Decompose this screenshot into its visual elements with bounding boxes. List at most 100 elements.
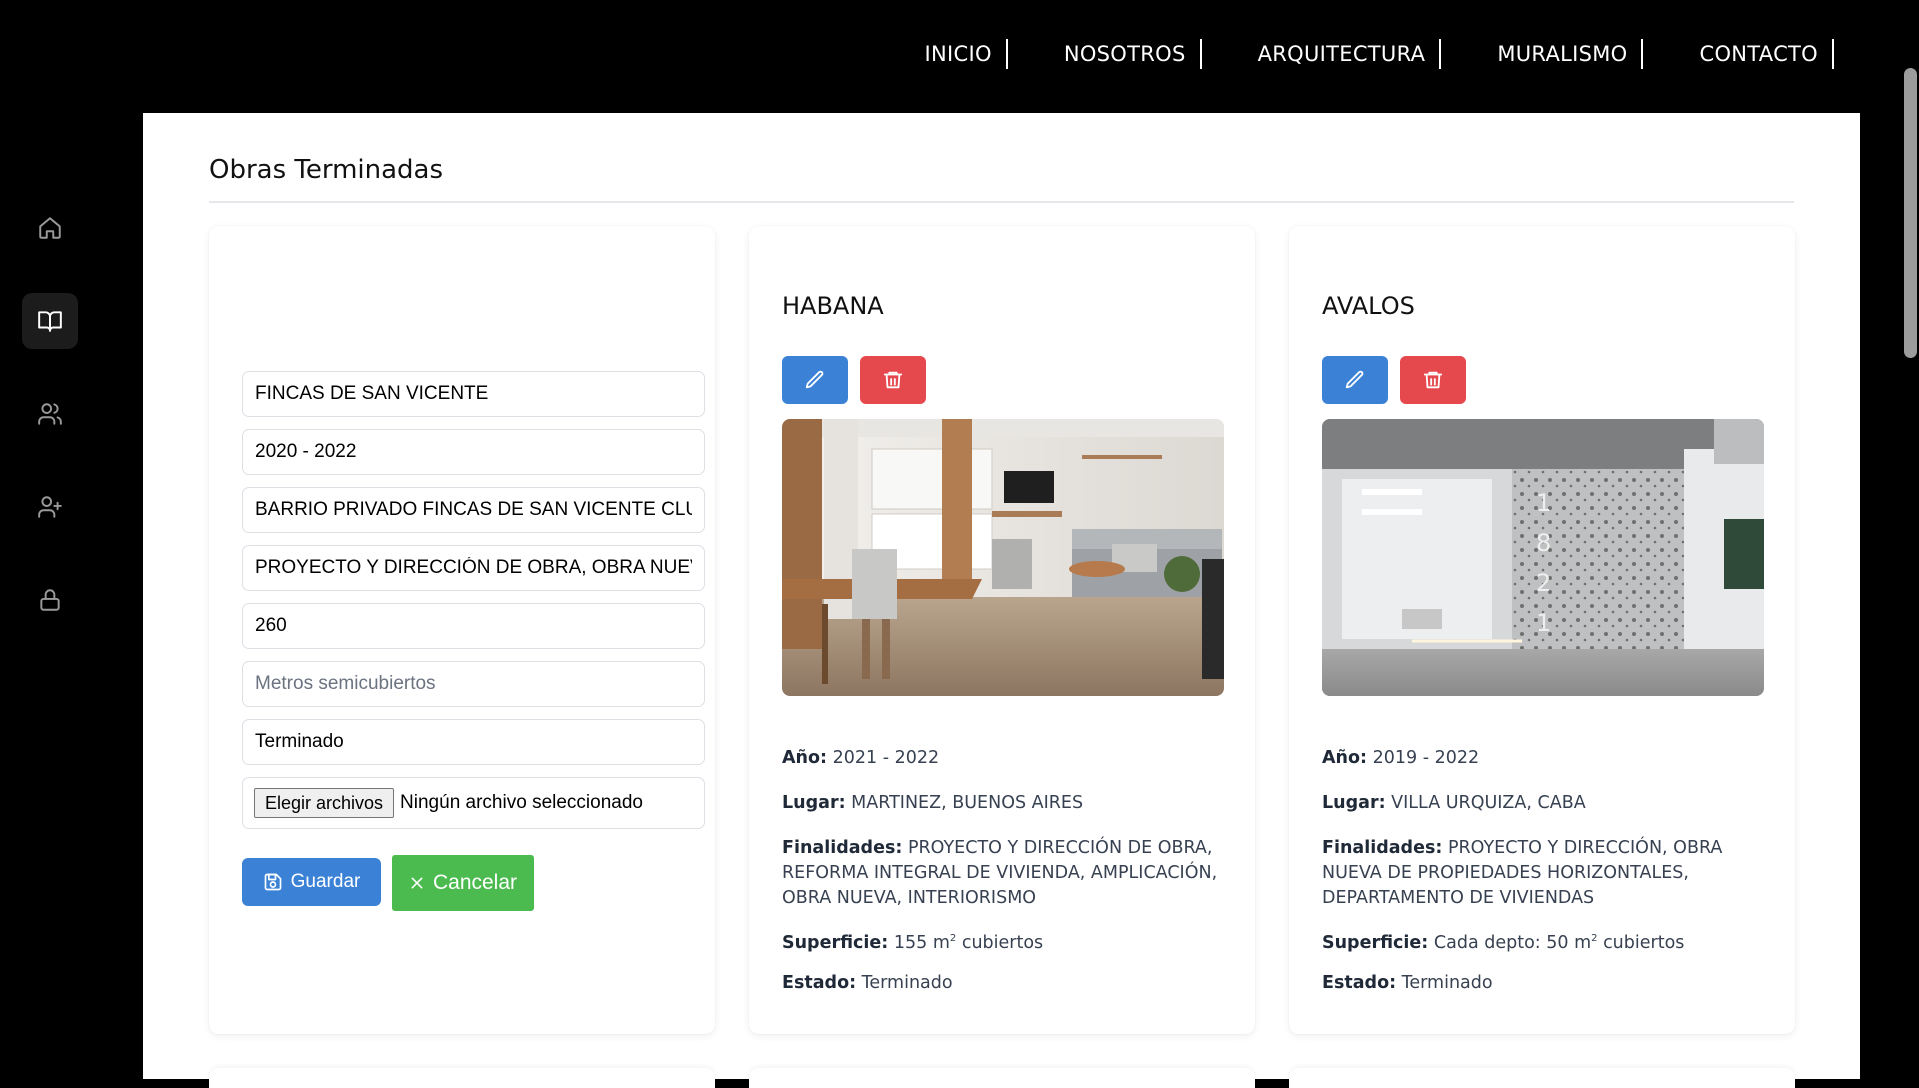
delete-button[interactable] (1400, 356, 1466, 404)
project-purposes: Finalidades: PROYECTO Y DIRECCIÓN DE OBR… (782, 836, 1230, 911)
lock-icon (40, 589, 60, 611)
nav-menu: INICIO NOSOTROS ARQUITECTURA MURALISMO C… (925, 39, 1834, 69)
save-button-label: Guardar (290, 871, 361, 892)
years-input[interactable] (242, 429, 705, 475)
page-scrollbar[interactable] (1902, 0, 1919, 1079)
project-card: HABANA Año: 2021 - 2022 Lugar: MARTINEZ,… (749, 226, 1255, 1034)
cancel-button[interactable]: Cancelar (392, 855, 534, 911)
nav-separator (1005, 39, 1008, 69)
living-room-image (782, 419, 1224, 696)
project-purposes: Finalidades: PROYECTO Y DIRECCIÓN, OBRA … (1322, 836, 1770, 911)
place-label: Lugar: (1322, 793, 1386, 813)
edit-form-card: Elegir archivos Ningún archivo seleccion… (209, 226, 715, 1034)
surface-value: 155 m (893, 932, 950, 953)
sidebar-item-add-user[interactable] (22, 479, 78, 535)
project-surface: Superficie: 155 m2 cubiertos (782, 926, 1230, 956)
project-title: AVALOS (1322, 292, 1415, 320)
nav-separator (1439, 39, 1442, 69)
year-label: Año: (1322, 748, 1368, 768)
project-photo-facade: 1 8 2 1 (1322, 419, 1764, 696)
year-value: 2019 - 2022 (1372, 748, 1480, 768)
sidebar-item-users[interactable] (22, 386, 78, 442)
save-button[interactable]: Guardar (242, 858, 381, 906)
nav-separator (1641, 39, 1644, 69)
surface-label: Superficie: (782, 932, 889, 953)
next-row-card (749, 1068, 1255, 1088)
purposes-input[interactable] (242, 545, 705, 591)
name-input[interactable] (242, 371, 705, 417)
file-upload-field: Elegir archivos Ningún archivo seleccion… (242, 777, 705, 829)
sidebar-item-lock[interactable] (22, 572, 78, 628)
project-year: Año: 2019 - 2022 (1322, 746, 1770, 771)
top-navbar: INICIO NOSOTROS ARQUITECTURA MURALISMO C… (0, 0, 1919, 113)
status-label: Estado: (782, 973, 857, 993)
covered-meters-input[interactable] (242, 603, 705, 649)
book-open-icon (38, 311, 62, 332)
semicovered-meters-input[interactable] (242, 661, 705, 707)
user-plus-icon (38, 496, 62, 518)
cancel-button-label: Cancelar (432, 871, 518, 894)
status-input[interactable] (242, 719, 705, 765)
users-icon (38, 403, 62, 425)
purposes-label: Finalidades: (1322, 838, 1443, 858)
project-surface: Superficie: Cada depto: 50 m2 cubiertos (1322, 926, 1770, 956)
facade-number-2: 2 (1536, 569, 1551, 597)
place-label: Lugar: (782, 793, 846, 813)
facade-number-1: 1 (1536, 489, 1551, 517)
edit-button[interactable] (1322, 356, 1388, 404)
main-panel: Obras Terminadas Elegir archivos Ningún … (143, 113, 1860, 1088)
status-label: Estado: (1322, 973, 1397, 993)
place-value: VILLA URQUIZA, CABA (1391, 793, 1586, 813)
nav-item-inicio: INICIO (925, 39, 1064, 69)
project-title: HABANA (782, 292, 884, 320)
trash-icon (1423, 371, 1443, 389)
project-status: Estado: Terminado (1322, 971, 1770, 996)
trash-icon (883, 371, 903, 389)
facade-number-8: 8 (1536, 529, 1551, 557)
nav-item-contacto: CONTACTO (1699, 39, 1834, 69)
status-value: Terminado (861, 973, 953, 993)
pencil-icon (805, 370, 824, 389)
delete-button[interactable] (860, 356, 926, 404)
project-place: Lugar: VILLA URQUIZA, CABA (1322, 791, 1770, 816)
location-input[interactable] (242, 487, 705, 533)
nav-link-nosotros[interactable]: NOSOTROS (1064, 42, 1186, 66)
year-value: 2021 - 2022 (832, 748, 940, 768)
facade-number-1b: 1 (1536, 609, 1551, 637)
sidebar-item-home[interactable] (22, 200, 78, 256)
purposes-label: Finalidades: (782, 838, 903, 858)
nav-item-nosotros: NOSOTROS (1064, 39, 1258, 69)
pencil-icon (1345, 370, 1364, 389)
page-title: Obras Terminadas (209, 155, 444, 185)
project-photo-living-room (782, 419, 1224, 696)
surface-value: Cada depto: 50 m (1433, 932, 1592, 953)
close-icon (409, 875, 425, 891)
next-row-card (209, 1068, 715, 1088)
sidebar-item-obras[interactable] (22, 293, 78, 349)
facade-image: 1 8 2 1 (1322, 419, 1764, 696)
project-card: AVALOS 1 8 2 1 Año: 2019 - 2022 Lugar: V… (1289, 226, 1795, 1034)
scrollbar-thumb[interactable] (1904, 68, 1917, 358)
home-icon (39, 217, 61, 239)
nav-link-contacto[interactable]: CONTACTO (1699, 42, 1818, 66)
nav-item-arquitectura: ARQUITECTURA (1258, 39, 1498, 69)
status-value: Terminado (1401, 973, 1493, 993)
surface-label: Superficie: (1322, 932, 1429, 953)
file-status-text: Ningún archivo seleccionado (400, 792, 643, 813)
year-label: Año: (782, 748, 828, 768)
edit-button[interactable] (782, 356, 848, 404)
nav-link-inicio[interactable]: INICIO (925, 42, 992, 66)
next-row-card (1289, 1068, 1795, 1088)
nav-separator (1199, 39, 1202, 69)
place-value: MARTINEZ, BUENOS AIRES (851, 793, 1084, 813)
surface-suffix: cubiertos (1597, 932, 1685, 953)
nav-separator (1832, 39, 1834, 69)
project-place: Lugar: MARTINEZ, BUENOS AIRES (782, 791, 1230, 816)
title-divider (209, 201, 1794, 203)
nav-link-arquitectura[interactable]: ARQUITECTURA (1258, 42, 1426, 66)
choose-files-button[interactable]: Elegir archivos (254, 788, 395, 818)
surface-suffix: cubiertos (956, 932, 1044, 953)
nav-link-muralismo[interactable]: MURALISMO (1497, 42, 1627, 66)
sidebar (22, 200, 78, 665)
floppy-disk-icon (263, 872, 283, 892)
